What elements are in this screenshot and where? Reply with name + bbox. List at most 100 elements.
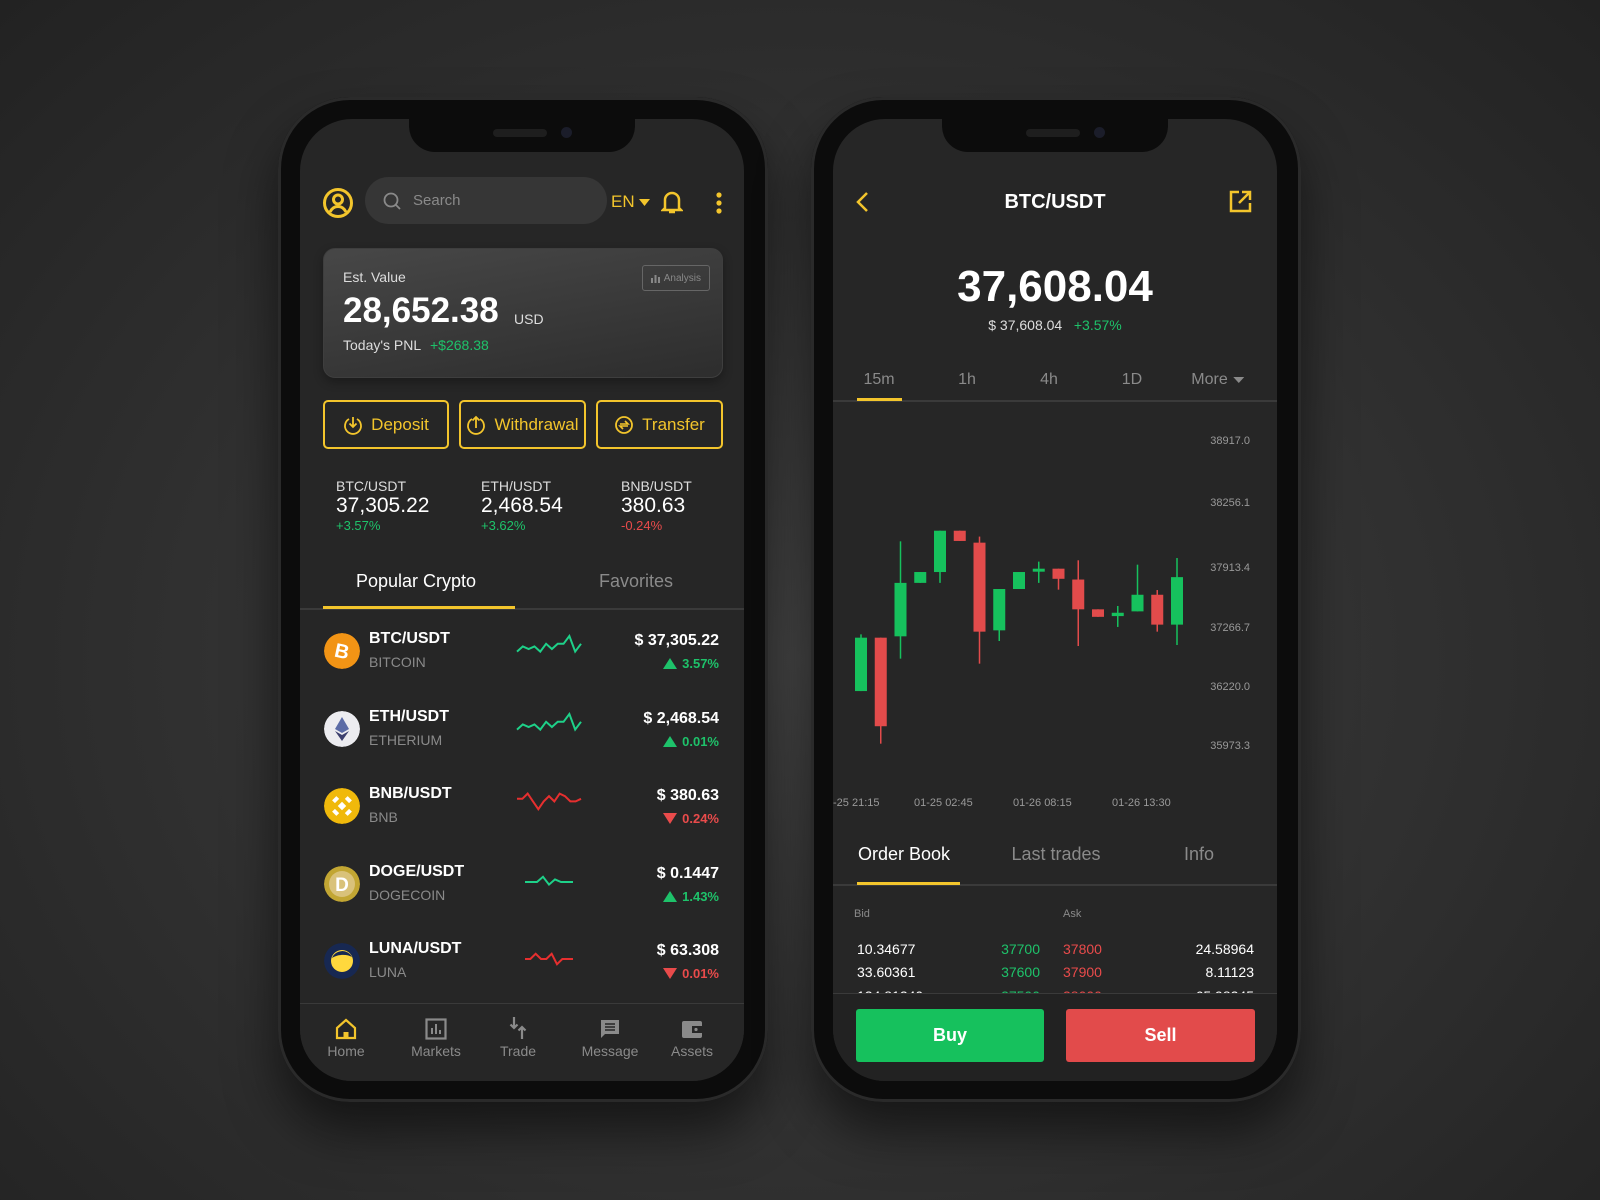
- ask-quantity: 24.58964: [1195, 941, 1254, 957]
- y-axis-tick: 38917.0: [1210, 435, 1250, 447]
- change-value: 0.01%: [682, 966, 719, 981]
- coin-price: $ 37,305.22: [634, 632, 719, 649]
- nav-markets[interactable]: Markets: [396, 1004, 476, 1059]
- coin-row[interactable]: BNB/USDT BNB $ 380.63 0.24%: [300, 771, 744, 841]
- ethereum-icon: [324, 711, 360, 747]
- transfer-label: Transfer: [642, 414, 705, 434]
- candle-body: [1151, 594, 1164, 625]
- coin-pair: BNB/USDT: [369, 785, 452, 802]
- candle-body: [1092, 609, 1104, 617]
- candle: [1092, 609, 1104, 617]
- nav-trade[interactable]: Trade: [478, 1004, 558, 1059]
- ticker-eth[interactable]: ETH/USDT 2,468.54 +3.62%: [481, 478, 563, 533]
- candle: [874, 637, 887, 744]
- language-selector[interactable]: EN: [611, 192, 650, 212]
- candle-body: [894, 582, 907, 637]
- ask-price: 37900: [1063, 964, 1102, 980]
- nav-assets[interactable]: Assets: [652, 1004, 732, 1059]
- sparkline: [517, 792, 582, 811]
- change-value: 0.01%: [682, 734, 719, 749]
- tab-order-book[interactable]: Order Book: [858, 844, 950, 865]
- tab-info[interactable]: Info: [1184, 844, 1214, 865]
- sell-button[interactable]: Sell: [1066, 1009, 1255, 1062]
- notch: [942, 119, 1168, 152]
- withdrawal-button[interactable]: Withdrawal: [459, 400, 586, 449]
- ask-quantity: 8.11123: [1205, 964, 1254, 980]
- candle: [1072, 560, 1085, 647]
- search-input[interactable]: Search: [365, 177, 607, 224]
- search-icon: [383, 192, 401, 210]
- home-screen: Search EN Est. Value 28,652.38 USD Today…: [300, 119, 744, 1081]
- candle: [894, 541, 907, 659]
- coin-row[interactable]: B BTC/USDT BITCOIN $ 37,305.22 3.57%: [300, 616, 744, 686]
- coin-row[interactable]: D DOGE/USDT DOGECOIN $ 0.1447 1.43%: [300, 849, 744, 919]
- analysis-button[interactable]: Analysis: [641, 265, 710, 291]
- est-value-currency: USD: [514, 311, 544, 327]
- luna-icon: [324, 943, 360, 979]
- ticker-price: 37,305.22: [336, 494, 430, 517]
- deposit-button[interactable]: Deposit: [323, 400, 449, 449]
- ticker-pair: BTC/USDT: [336, 478, 406, 494]
- candle: [855, 634, 867, 692]
- profile-icon[interactable]: [322, 187, 354, 219]
- coin-change: 3.57%: [663, 656, 719, 671]
- more-vertical-icon[interactable]: [716, 192, 722, 214]
- candle-body: [1111, 612, 1124, 617]
- candle-body: [1013, 572, 1025, 590]
- candle: [934, 530, 946, 583]
- est-value-amount: 28,652.38: [343, 291, 499, 330]
- nav-label: Message: [581, 1043, 639, 1059]
- sparkline: [516, 712, 582, 732]
- markets-icon: [425, 1018, 447, 1040]
- candle: [914, 572, 927, 583]
- tab-last-trades[interactable]: Last trades: [1011, 844, 1100, 865]
- coin-pair: DOGE/USDT: [369, 863, 465, 880]
- nav-home[interactable]: Home: [306, 1004, 386, 1059]
- triangle-up-icon: [663, 736, 678, 747]
- tab-popular-crypto[interactable]: Popular Crypto: [356, 571, 476, 592]
- est-value-card: Est. Value 28,652.38 USD Today's PNL +$2…: [323, 248, 723, 378]
- coin-row[interactable]: LUNA/USDT LUNA $ 63.308 0.01%: [300, 926, 744, 996]
- coin-row[interactable]: ETH/USDT ETHERIUM $ 2,468.54 0.01%: [300, 694, 744, 764]
- nav-label: Home: [327, 1043, 365, 1059]
- ask-header: Ask: [1063, 908, 1082, 920]
- bar-chart-icon: [650, 274, 660, 283]
- trade-actions-bar: Buy Sell: [833, 993, 1277, 1081]
- nav-message[interactable]: Message: [570, 1004, 650, 1059]
- home-icon: [335, 1018, 357, 1040]
- phone-detail: BTC/USDT 37,608.04 $ 37,608.04 +3.57% 15…: [811, 97, 1301, 1102]
- bnb-icon: [324, 788, 360, 824]
- trade-icon: [509, 1017, 527, 1039]
- candle-body: [874, 637, 887, 727]
- coin-name: DOGECOIN: [369, 887, 446, 903]
- buy-button[interactable]: Buy: [856, 1009, 1044, 1062]
- ask-price: 37800: [1063, 941, 1102, 957]
- candle-body: [993, 589, 1006, 631]
- candlestick-chart[interactable]: [833, 119, 1277, 839]
- candle: [1052, 568, 1065, 590]
- triangle-up-icon: [663, 891, 678, 902]
- coin-price: $ 0.1447: [656, 865, 719, 882]
- candle-body: [1072, 579, 1085, 610]
- order-book: Bid Ask 10.34677 37700 37800 24.58964 33.…: [833, 886, 1277, 993]
- tab-favorites[interactable]: Favorites: [599, 571, 673, 592]
- ticker-bnb[interactable]: BNB/USDT 380.63 -0.24%: [621, 478, 692, 533]
- candle: [993, 589, 1006, 642]
- bid-quantity: 33.60361: [857, 964, 916, 980]
- withdrawal-icon: [467, 415, 486, 435]
- nav-label: Assets: [670, 1043, 713, 1059]
- wallet-icon: [682, 1021, 702, 1038]
- y-axis-tick: 36220.0: [1210, 681, 1250, 693]
- transfer-button[interactable]: Transfer: [596, 400, 723, 449]
- ticker-btc[interactable]: BTC/USDT 37,305.22 +3.57%: [336, 478, 429, 533]
- bell-icon[interactable]: [661, 189, 683, 215]
- x-axis-tick: 01-25 02:45: [914, 797, 973, 809]
- coin-change: 0.01%: [663, 966, 719, 981]
- y-axis-tick: 37266.7: [1210, 622, 1250, 634]
- candle: [1111, 605, 1124, 627]
- change-value: 1.43%: [682, 889, 719, 904]
- candle-body: [1032, 568, 1045, 572]
- y-axis-tick: 37913.4: [1210, 562, 1250, 574]
- svg-text:D: D: [335, 875, 349, 896]
- sparkline: [525, 952, 573, 966]
